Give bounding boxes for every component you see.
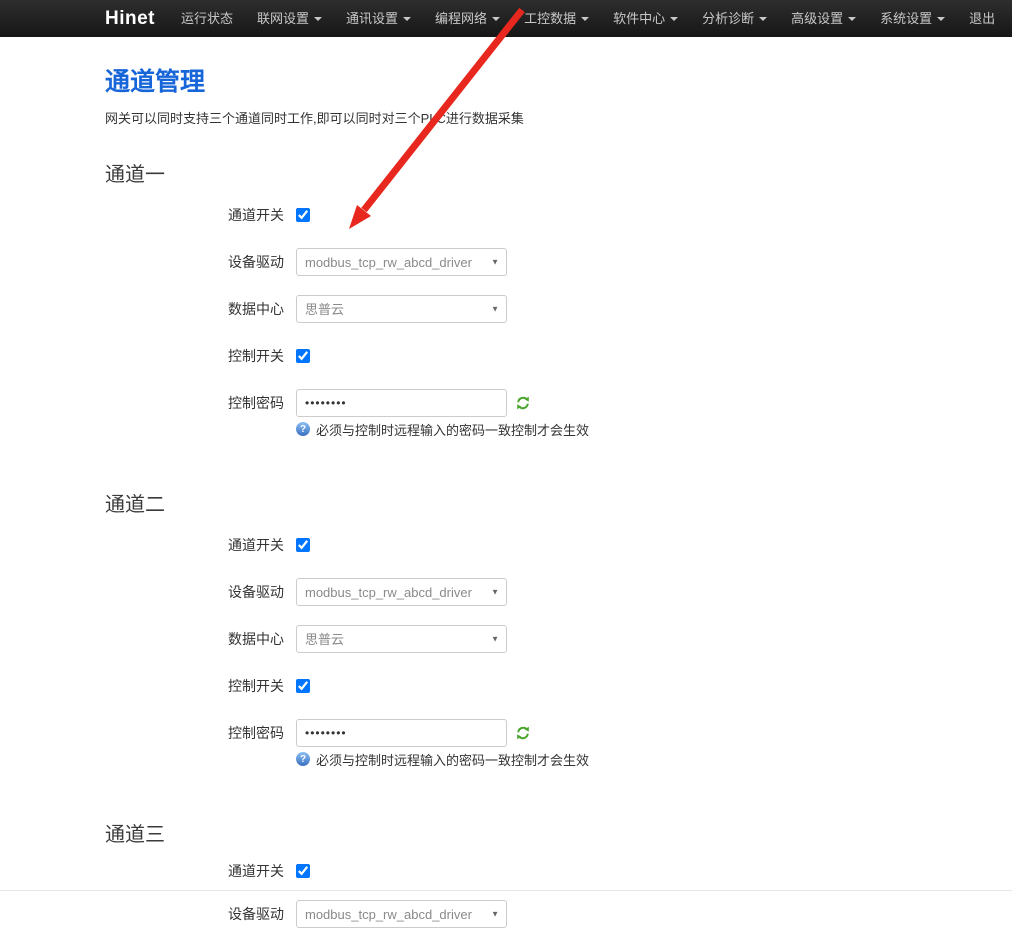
- device-driver-row: 设备驱动 modbus_tcp_rw_abcd_driver ▼: [105, 248, 1012, 276]
- channel-switch-label: 通道开关: [105, 861, 296, 881]
- channel-1-device-driver-select[interactable]: modbus_tcp_rw_abcd_driver: [296, 248, 507, 276]
- nav-item-programming-network[interactable]: 编程网络: [423, 0, 512, 37]
- nav-item-label: 软件中心: [613, 0, 665, 37]
- control-password-label: 控制密码: [105, 723, 296, 743]
- channel-switch-label: 通道开关: [105, 535, 296, 555]
- channel-3-switch-checkbox[interactable]: [296, 864, 310, 878]
- bottom-divider: [0, 890, 1012, 891]
- data-center-label: 数据中心: [105, 629, 296, 649]
- data-center-row: 数据中心 思普云 ▼: [105, 295, 1012, 323]
- nav-item-label: 分析诊断: [702, 0, 754, 37]
- channel-1-switch-checkbox[interactable]: [296, 208, 310, 222]
- nav-item-analysis-diagnosis[interactable]: 分析诊断: [690, 0, 779, 37]
- channel-2-device-driver-select[interactable]: modbus_tcp_rw_abcd_driver: [296, 578, 507, 606]
- help-icon: ?: [296, 422, 310, 436]
- channel-2-control-password-input[interactable]: [296, 719, 507, 747]
- data-center-row: 数据中心 思普云 ▼: [105, 625, 1012, 653]
- help-icon: ?: [296, 752, 310, 766]
- nav-item-logout[interactable]: 退出: [957, 0, 1007, 37]
- channel-2-data-center-select[interactable]: 思普云: [296, 625, 507, 653]
- refresh-icon[interactable]: [515, 725, 531, 741]
- chevron-down-icon: [937, 17, 945, 21]
- device-driver-label: 设备驱动: [105, 252, 296, 272]
- chevron-down-icon: [759, 17, 767, 21]
- chevron-down-icon: [314, 17, 322, 21]
- chevron-down-icon: [670, 17, 678, 21]
- channel-1-title: 通道一: [105, 158, 1012, 187]
- control-password-label: 控制密码: [105, 393, 296, 413]
- channel-2-title: 通道二: [105, 488, 1012, 517]
- control-switch-row: 控制开关: [105, 342, 1012, 370]
- device-driver-row: 设备驱动 modbus_tcp_rw_abcd_driver ▼: [105, 900, 1012, 928]
- control-switch-label: 控制开关: [105, 346, 296, 366]
- channel-3-title: 通道三: [105, 818, 1012, 847]
- channel-1-control-switch-checkbox[interactable]: [296, 349, 310, 363]
- password-help-row: ? 必须与控制时远程输入的密码一致控制才会生效: [296, 420, 1012, 438]
- device-driver-label: 设备驱动: [105, 582, 296, 602]
- nav-item-label: 高级设置: [791, 0, 843, 37]
- channel-switch-row: 通道开关: [105, 201, 1012, 229]
- password-help-text: 必须与控制时远程输入的密码一致控制才会生效: [316, 420, 589, 439]
- control-switch-row: 控制开关: [105, 672, 1012, 700]
- chevron-down-icon: [581, 17, 589, 21]
- channel-1-section: 通道一 通道开关 设备驱动 modbus_tcp_rw_abcd_driver …: [105, 158, 1012, 438]
- chevron-down-icon: [848, 17, 856, 21]
- data-center-label: 数据中心: [105, 299, 296, 319]
- nav-item-software-center[interactable]: 软件中心: [601, 0, 690, 37]
- refresh-icon[interactable]: [515, 395, 531, 411]
- chevron-down-icon: [403, 17, 411, 21]
- page-subtitle: 网关可以同时支持三个通道同时工作,即可以同时对三个PLC进行数据采集: [105, 108, 1012, 127]
- nav-item-label: 系统设置: [880, 0, 932, 37]
- page-title: 通道管理: [105, 62, 1012, 98]
- brand-logo[interactable]: Hinet: [105, 8, 155, 30]
- nav-item-advanced-settings[interactable]: 高级设置: [779, 0, 868, 37]
- nav-item-label: 联网设置: [257, 0, 309, 37]
- password-help-text: 必须与控制时远程输入的密码一致控制才会生效: [316, 750, 589, 769]
- nav-item-label: 工控数据: [524, 0, 576, 37]
- password-help-row: ? 必须与控制时远程输入的密码一致控制才会生效: [296, 750, 1012, 768]
- control-switch-label: 控制开关: [105, 676, 296, 696]
- channel-1-data-center-select[interactable]: 思普云: [296, 295, 507, 323]
- channel-1-control-password-input[interactable]: [296, 389, 507, 417]
- channel-2-switch-checkbox[interactable]: [296, 538, 310, 552]
- channel-switch-row: 通道开关: [105, 857, 1012, 885]
- control-password-row: 控制密码: [105, 389, 1012, 417]
- nav-item-label: 通讯设置: [346, 0, 398, 37]
- nav-item-label: 退出: [969, 0, 995, 37]
- nav-item-network-settings[interactable]: 联网设置: [245, 0, 334, 37]
- device-driver-label: 设备驱动: [105, 904, 296, 924]
- channel-2-control-switch-checkbox[interactable]: [296, 679, 310, 693]
- nav-item-industrial-data[interactable]: 工控数据: [512, 0, 601, 37]
- channel-2-section: 通道二 通道开关 设备驱动 modbus_tcp_rw_abcd_driver …: [105, 488, 1012, 768]
- main-content: 通道管理 网关可以同时支持三个通道同时工作,即可以同时对三个PLC进行数据采集 …: [0, 37, 1012, 928]
- control-password-row: 控制密码: [105, 719, 1012, 747]
- channel-3-section: 通道三 通道开关 设备驱动 modbus_tcp_rw_abcd_driver …: [105, 818, 1012, 928]
- channel-switch-row: 通道开关: [105, 531, 1012, 559]
- nav-item-label: 编程网络: [435, 0, 487, 37]
- channel-3-device-driver-select[interactable]: modbus_tcp_rw_abcd_driver: [296, 900, 507, 928]
- device-driver-row: 设备驱动 modbus_tcp_rw_abcd_driver ▼: [105, 578, 1012, 606]
- top-navbar: Hinet 运行状态 联网设置 通讯设置 编程网络 工控数据 软件中心 分析诊断…: [0, 0, 1012, 37]
- nav-item-running-status[interactable]: 运行状态: [169, 0, 245, 37]
- nav-item-comm-settings[interactable]: 通讯设置: [334, 0, 423, 37]
- nav-item-system-settings[interactable]: 系统设置: [868, 0, 957, 37]
- chevron-down-icon: [492, 17, 500, 21]
- channel-switch-label: 通道开关: [105, 205, 296, 225]
- nav-item-label: 运行状态: [181, 0, 233, 37]
